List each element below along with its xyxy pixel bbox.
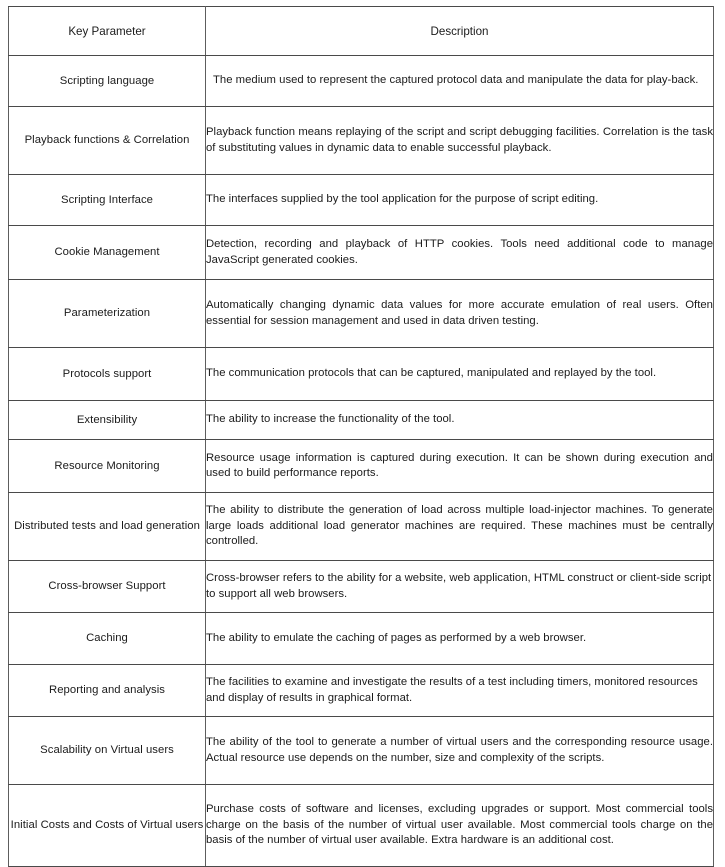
parameter-name-cell: Scalability on Virtual users (8, 716, 206, 785)
parameter-name-cell: Cookie Management (8, 225, 206, 280)
parameter-name-cell: Caching (8, 612, 206, 665)
table-row: Scripting language The medium used to rep… (8, 55, 714, 107)
table-row: Scripting Interface The interfaces suppli… (8, 174, 714, 226)
parameter-name-cell: Scripting language (8, 55, 206, 107)
parameter-description-cell: Resource usage information is captured d… (205, 439, 714, 493)
parameter-description-cell: Playback function means replaying of the… (205, 106, 714, 175)
table-row: Parameterization Automatically changing d… (8, 279, 714, 348)
parameter-name-cell: Extensibility (8, 400, 206, 440)
key-parameter-description-table: Key Parameter Description Scripting lang… (8, 6, 714, 867)
table-row: Playback functions & Correlation Playback… (8, 106, 714, 175)
parameter-description-cell: The ability to distribute the generation… (205, 492, 714, 561)
parameter-description-cell: Automatically changing dynamic data valu… (205, 279, 714, 348)
parameter-description-cell: Purchase costs of software and licenses,… (205, 784, 714, 867)
parameter-description-cell: Cross-browser refers to the ability for … (205, 560, 714, 613)
parameter-description-cell: The medium used to represent the capture… (205, 55, 714, 107)
parameter-description-cell: The interfaces supplied by the tool appl… (205, 174, 714, 226)
table-header: Key Parameter Description (8, 6, 714, 56)
table-header-row: Key Parameter Description (8, 6, 714, 56)
parameter-description-cell: The ability to increase the functionalit… (205, 400, 714, 440)
table-row: Initial Costs and Costs of Virtual users… (8, 784, 714, 867)
parameter-name-cell: Parameterization (8, 279, 206, 348)
parameter-name-cell: Scripting Interface (8, 174, 206, 226)
table-row: Cross-browser Support Cross-browser refer… (8, 560, 714, 613)
table-row: Extensibility The ability to increase the… (8, 400, 714, 440)
table-row: Resource Monitoring Resource usage inform… (8, 439, 714, 493)
parameter-name-cell: Playback functions & Correlation (8, 106, 206, 175)
parameter-description-cell: Detection, recording and playback of HTT… (205, 225, 714, 280)
parameter-description-cell: The ability of the tool to generate a nu… (205, 716, 714, 785)
parameter-name-cell: Reporting and analysis (8, 664, 206, 717)
parameter-name-cell: Initial Costs and Costs of Virtual users (8, 784, 206, 867)
parameter-name-cell: Protocols support (8, 347, 206, 401)
table-row: Cookie Management Detection, recording an… (8, 225, 714, 280)
column-header-key-parameter: Key Parameter (8, 6, 206, 56)
table-row: Scalability on Virtual users The ability … (8, 716, 714, 785)
column-header-description: Description (205, 6, 714, 56)
parameter-description-cell: The communication protocols that can be … (205, 347, 714, 401)
table-row: Caching The ability to emulate the cachin… (8, 612, 714, 665)
parameter-description-cell: The ability to emulate the caching of pa… (205, 612, 714, 665)
table-row: Protocols support The communication proto… (8, 347, 714, 401)
parameter-name-cell: Resource Monitoring (8, 439, 206, 493)
parameter-description-cell: The facilities to examine and investigat… (205, 664, 714, 717)
parameter-name-cell: Cross-browser Support (8, 560, 206, 613)
table-row: Reporting and analysis The facilities to … (8, 664, 714, 717)
page-root: Key Parameter Description Scripting lang… (0, 0, 725, 867)
parameter-name-cell: Distributed tests and load generation (8, 492, 206, 561)
table-row: Distributed tests and load generation The… (8, 492, 714, 561)
table-body: Scripting language The medium used to rep… (8, 55, 714, 867)
